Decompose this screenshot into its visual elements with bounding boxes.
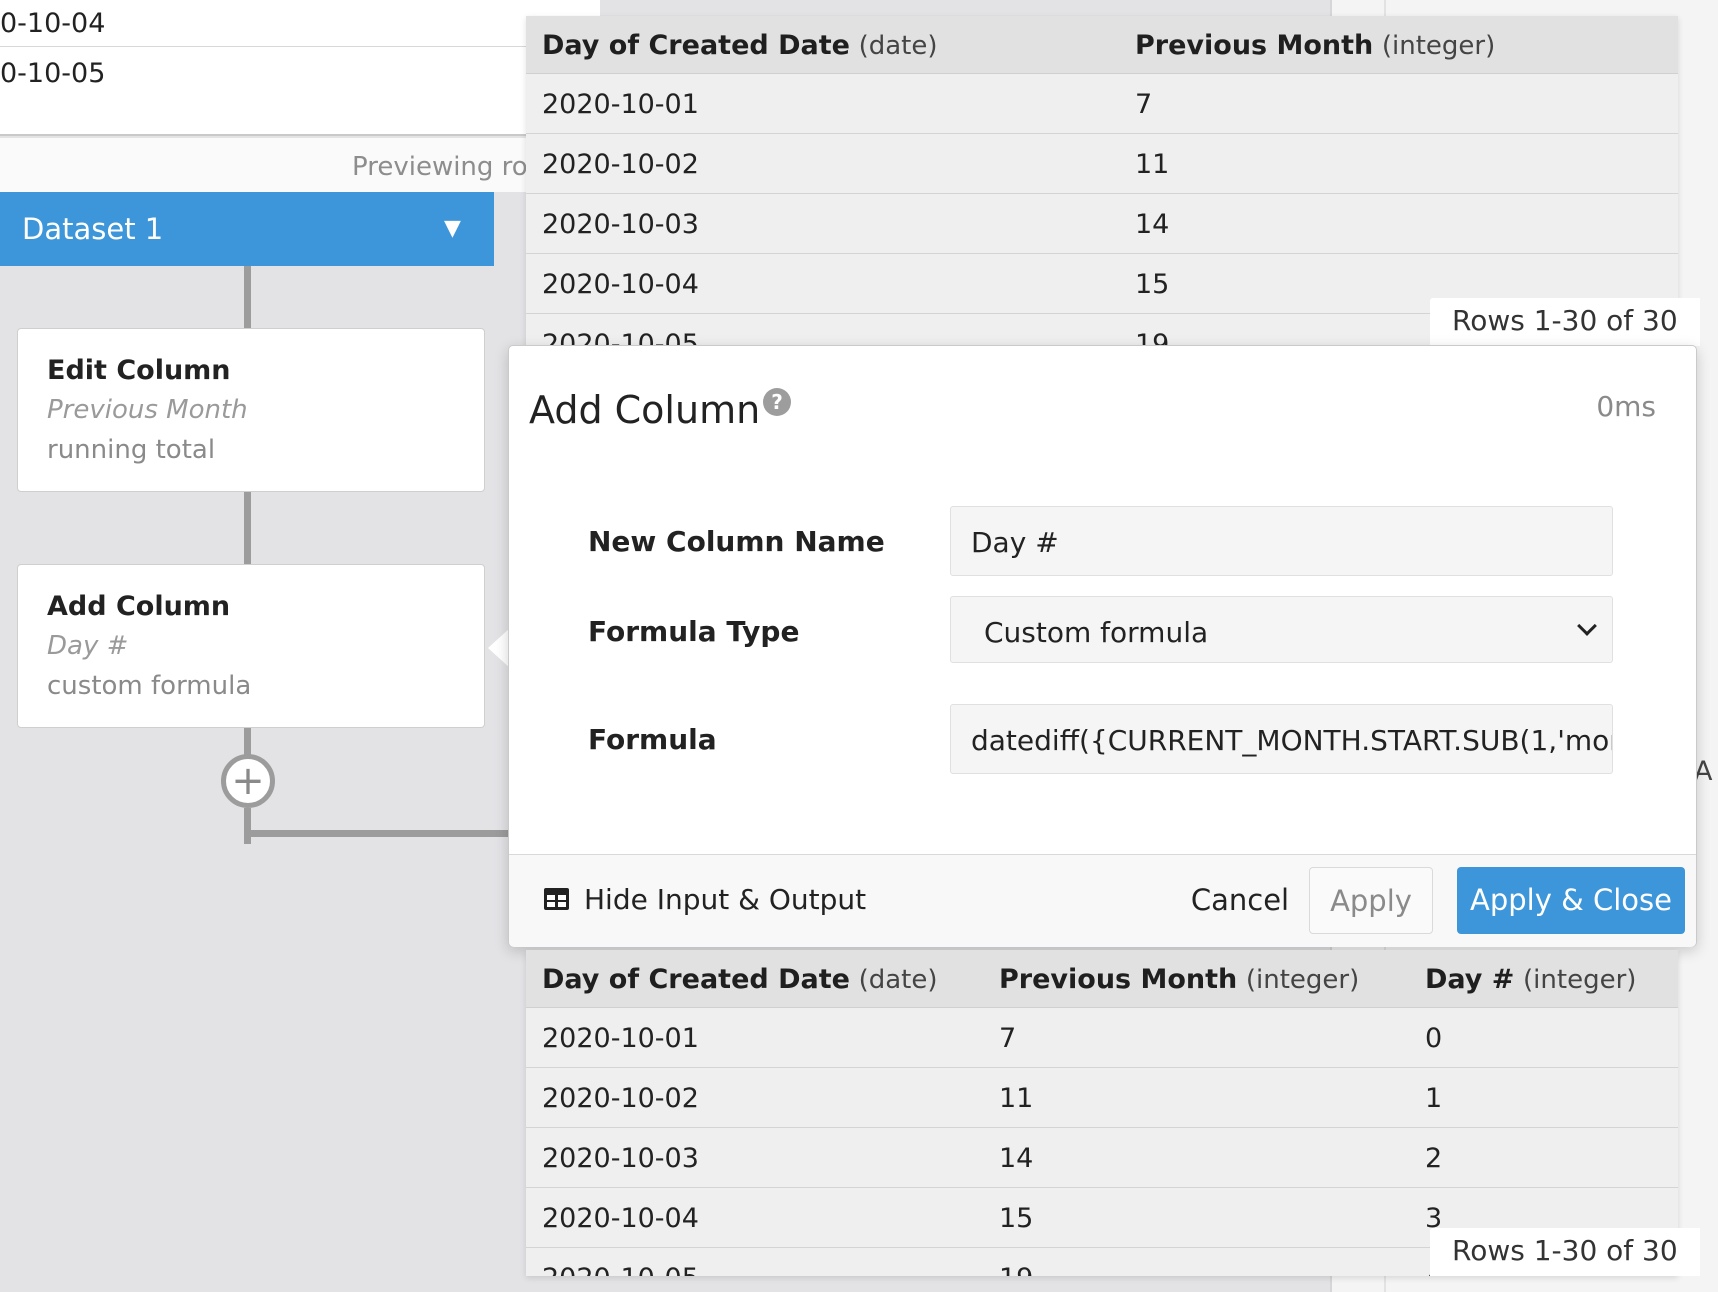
column-name-label: New Column Name	[588, 525, 885, 558]
formula-type-select[interactable]: Custom formula	[950, 596, 1613, 663]
dataset-label: Dataset 1	[22, 212, 164, 246]
table-cell: 15	[1135, 269, 1170, 300]
table-cell: 2020-10-01	[542, 89, 699, 120]
rows-count-badge: Rows 1-30 of 30	[1430, 298, 1700, 346]
table-cell: 14	[999, 1143, 1034, 1174]
connector-line	[244, 728, 251, 756]
formula-label: Formula	[588, 723, 717, 756]
step-card-add-column[interactable]: Add Column Day # custom formula	[17, 564, 485, 728]
table-cell: 2020-10-02	[542, 1083, 699, 1114]
dialog-title: Add Column	[529, 388, 761, 432]
chevron-down-icon	[1577, 616, 1597, 636]
caret-down-icon: ▼	[444, 216, 461, 241]
background-row: 0-10-04	[0, 8, 106, 39]
table-cell: 11	[999, 1083, 1034, 1114]
step-subtitle: Day #	[47, 631, 129, 661]
table-header: Day of Created Date (date) Previous Mont…	[526, 950, 1678, 1008]
table-cell: 2020-10-05	[542, 329, 699, 346]
table-header: Day of Created Date (date) Previous Mont…	[526, 16, 1678, 74]
table-row: 2020-10-03 14	[526, 194, 1678, 254]
previewing-bar: Previewing rov	[0, 138, 600, 192]
formula-type-label: Formula Type	[588, 615, 800, 648]
hide-input-output-toggle[interactable]: Hide Input & Output	[543, 883, 866, 916]
table-row: 2020-10-02 11 1	[526, 1068, 1678, 1128]
plus-circle-icon: +	[231, 758, 265, 804]
formula-input[interactable]: datediff({CURRENT_MONTH.START.SUB(1,'mon…	[950, 704, 1613, 774]
table-cell: 2020-10-05	[542, 1263, 699, 1276]
table-cell: 11	[1135, 149, 1170, 180]
add-column-dialog: Add Column ? 0ms New Column Name Day # F…	[508, 345, 1697, 947]
step-card-edit-column[interactable]: Edit Column Previous Month running total	[17, 328, 485, 492]
column-header: Day # (integer)	[1425, 964, 1637, 995]
table-cell: 2020-10-01	[542, 1023, 699, 1054]
connector-line	[244, 492, 251, 564]
popover-pointer	[488, 628, 510, 668]
table-row: 2020-10-02 11	[526, 134, 1678, 194]
table-cell: 19	[999, 1263, 1033, 1276]
table-cell: 19	[1135, 329, 1170, 346]
apply-button[interactable]: Apply	[1309, 867, 1433, 934]
table-row: 2020-10-01 7	[526, 74, 1678, 134]
table-cell: 2020-10-04	[542, 1203, 699, 1234]
step-detail: running total	[47, 435, 216, 465]
step-title: Add Column	[47, 591, 231, 622]
timing-label: 0ms	[1596, 390, 1656, 423]
column-header: Day of Created Date (date)	[542, 30, 938, 61]
table-cell: 1	[1425, 1083, 1443, 1114]
table-cell: 2020-10-02	[542, 149, 699, 180]
input-table: Day of Created Date (date) Previous Mont…	[526, 16, 1678, 346]
step-detail: custom formula	[47, 671, 252, 701]
connector-line	[244, 830, 508, 837]
apply-close-button[interactable]: Apply & Close	[1457, 867, 1685, 934]
connector-line	[244, 266, 251, 328]
column-name-value: Day #	[971, 526, 1059, 559]
formula-type-value: Custom formula	[984, 616, 1209, 649]
rows-count-badge: Rows 1-30 of 30	[1430, 1228, 1700, 1276]
table-cell: 2020-10-03	[542, 1143, 699, 1174]
dataset-selector[interactable]: Dataset 1 ▼	[0, 192, 494, 266]
question-circle-icon[interactable]: ?	[763, 388, 791, 416]
column-name-input[interactable]: Day #	[950, 506, 1613, 576]
column-header: Previous Month (integer)	[999, 964, 1360, 995]
table-cell: 7	[999, 1023, 1017, 1054]
table-cell: 2020-10-03	[542, 209, 699, 240]
connector-line	[244, 808, 251, 844]
table-cell: 14	[1135, 209, 1170, 240]
step-subtitle: Previous Month	[47, 395, 248, 425]
table-row: 2020-10-03 14 2	[526, 1128, 1678, 1188]
table-row: 2020-10-01 7 0	[526, 1008, 1678, 1068]
hide-io-label: Hide Input & Output	[584, 883, 867, 916]
table-cell: 0	[1425, 1023, 1443, 1054]
add-step-button[interactable]: +	[221, 754, 275, 808]
table-cell: 2	[1425, 1143, 1443, 1174]
row-divider	[0, 46, 600, 47]
table-icon	[543, 887, 570, 911]
table-cell: 7	[1135, 89, 1153, 120]
dialog-footer: Hide Input & Output Cancel Apply Apply &…	[509, 854, 1696, 947]
formula-value: datediff({CURRENT_MONTH.START.SUB(1,'mon…	[971, 724, 1613, 757]
background-row: 0-10-05	[0, 58, 106, 89]
step-title: Edit Column	[47, 355, 231, 386]
cancel-button[interactable]: Cancel	[1175, 867, 1305, 934]
column-header: Previous Month (integer)	[1135, 30, 1496, 61]
previewing-text: Previewing rov	[352, 152, 544, 182]
column-header: Day of Created Date (date)	[542, 964, 938, 995]
table-cell: 15	[999, 1203, 1034, 1234]
table-cell: 2020-10-04	[542, 269, 699, 300]
